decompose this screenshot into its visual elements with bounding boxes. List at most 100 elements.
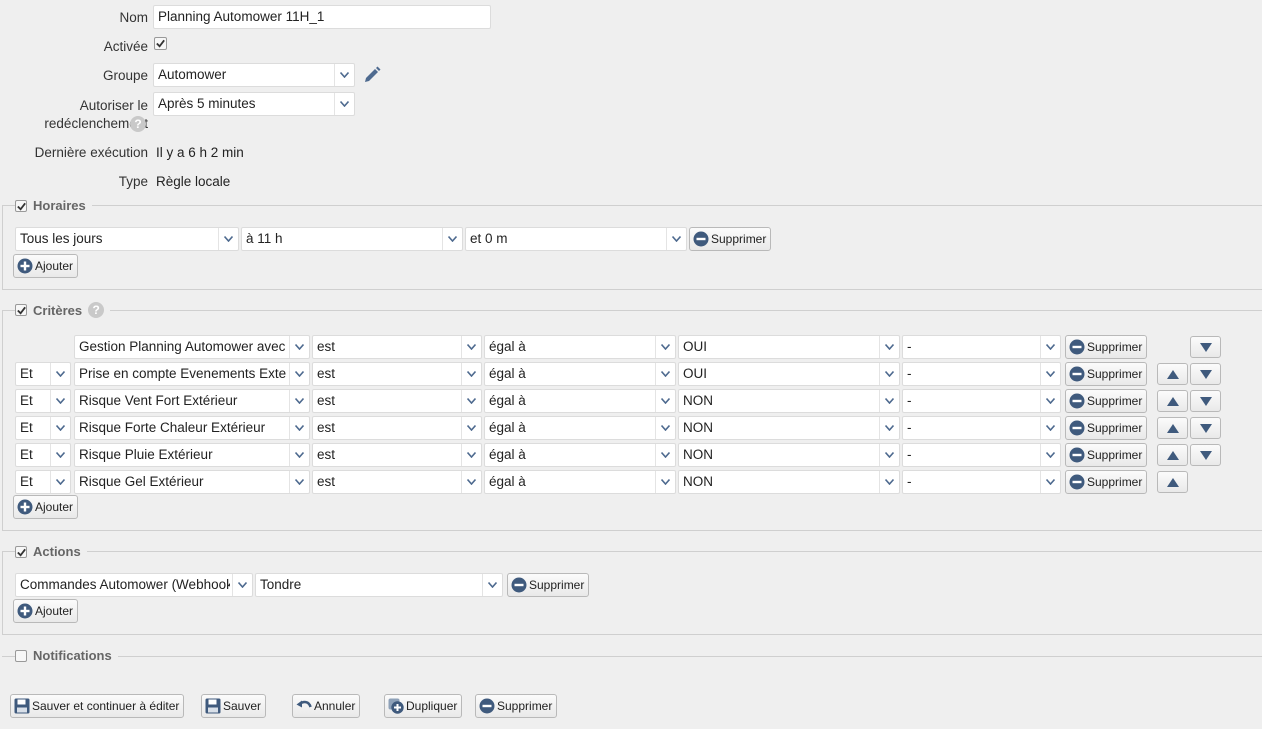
chevron-down-icon bbox=[1040, 390, 1060, 412]
criteria-conj-select[interactable]: Et bbox=[15, 443, 71, 467]
criteria-cmp-select[interactable]: égal à bbox=[484, 335, 676, 359]
criteria-cmp-select[interactable]: égal à bbox=[484, 443, 676, 467]
schedule-day-select[interactable]: Tous les jours bbox=[15, 227, 239, 251]
schedule-delete-button[interactable]: Supprimer bbox=[689, 227, 772, 251]
criteria-cmp-select[interactable]: égal à bbox=[484, 389, 676, 413]
move-up-button[interactable] bbox=[1157, 363, 1188, 385]
criteria-op-select[interactable]: est bbox=[312, 443, 482, 467]
action-target-select[interactable]: Commandes Automower (Webhook bbox=[15, 573, 253, 597]
schedules-checkbox[interactable] bbox=[15, 199, 27, 212]
notifications-checkbox[interactable] bbox=[15, 649, 27, 662]
save-continue-button[interactable]: Sauver et continuer à éditer bbox=[10, 694, 185, 718]
cancel-button[interactable]: Annuler bbox=[292, 694, 361, 718]
criteria-extra-select[interactable]: - bbox=[902, 335, 1061, 359]
delete-button[interactable]: Supprimer bbox=[475, 694, 558, 718]
criteria-legend[interactable]: Critères ? bbox=[15, 302, 111, 318]
criteria-field-select[interactable]: Risque Gel Extérieur bbox=[74, 470, 310, 494]
criteria-field-select[interactable]: Gestion Planning Automower avec bbox=[74, 335, 310, 359]
criteria-delete-button[interactable]: Supprimer bbox=[1065, 389, 1148, 413]
criteria-conj-select[interactable]: Et bbox=[15, 362, 71, 386]
schedule-minute-select[interactable]: et 0 m bbox=[465, 227, 687, 251]
duplicate-button[interactable]: Dupliquer bbox=[384, 694, 463, 718]
floppy-icon bbox=[14, 698, 30, 714]
chevron-down-icon bbox=[655, 417, 675, 439]
criteria-op-select[interactable]: est bbox=[312, 335, 482, 359]
criteria-conj-select[interactable]: Et bbox=[15, 389, 71, 413]
actions-legend[interactable]: Actions bbox=[15, 544, 87, 559]
criteria-add-button[interactable]: Ajouter bbox=[13, 495, 79, 519]
move-up-button[interactable] bbox=[1157, 417, 1188, 439]
criteria-value-select[interactable]: OUI bbox=[678, 335, 900, 359]
name-input[interactable]: Planning Automower 11H_1 bbox=[153, 5, 491, 29]
move-down-button[interactable] bbox=[1190, 336, 1221, 358]
criteria-delete-label: Supprimer bbox=[1087, 421, 1143, 435]
criteria-value-select[interactable]: OUI bbox=[678, 362, 900, 386]
criteria-field-select[interactable]: Risque Pluie Extérieur bbox=[74, 443, 310, 467]
criteria-delete-button[interactable]: Supprimer bbox=[1065, 335, 1148, 359]
criteria-delete-button[interactable]: Supprimer bbox=[1065, 362, 1148, 386]
schedule-hour-select[interactable]: à 11 h bbox=[241, 227, 463, 251]
save-button[interactable]: Sauver bbox=[201, 694, 267, 718]
help-icon[interactable]: ? bbox=[130, 116, 146, 132]
chevron-down-icon bbox=[879, 471, 899, 493]
criteria-value-select[interactable]: NON bbox=[678, 443, 900, 467]
actions-checkbox[interactable] bbox=[15, 545, 27, 558]
criteria-field-select[interactable]: Prise en compte Evenements Exter bbox=[74, 362, 310, 386]
action-delete-button[interactable]: Supprimer bbox=[507, 573, 590, 597]
notifications-legend[interactable]: Notifications bbox=[15, 648, 118, 663]
chevron-down-icon bbox=[442, 228, 462, 250]
criteria-checkbox[interactable] bbox=[15, 304, 27, 316]
criteria-op-select[interactable]: est bbox=[312, 416, 482, 440]
schedules-legend[interactable]: Horaires bbox=[15, 198, 92, 213]
criteria-cmp-select[interactable]: égal à bbox=[484, 470, 676, 494]
chevron-down-icon bbox=[461, 444, 481, 466]
criteria-delete-button[interactable]: Supprimer bbox=[1065, 470, 1148, 494]
arrow-down-icon bbox=[1200, 424, 1212, 433]
criteria-conj-select[interactable]: Et bbox=[15, 416, 71, 440]
criteria-extra-select[interactable]: - bbox=[902, 416, 1061, 440]
chevron-down-icon bbox=[50, 390, 70, 412]
retrigger-label-line1: Autoriser le bbox=[79, 98, 148, 113]
move-down-button[interactable] bbox=[1190, 390, 1221, 412]
cancel-label: Annuler bbox=[314, 699, 356, 713]
move-down-button[interactable] bbox=[1190, 444, 1221, 466]
schedule-add-button[interactable]: Ajouter bbox=[13, 254, 79, 278]
criteria-field-select-value: Gestion Planning Automower avec bbox=[79, 339, 286, 354]
retrigger-select[interactable]: Après 5 minutes bbox=[153, 92, 355, 116]
action-command-select[interactable]: Tondre bbox=[255, 573, 503, 597]
criteria-value-select[interactable]: NON bbox=[678, 389, 900, 413]
criteria-extra-select[interactable]: - bbox=[902, 443, 1061, 467]
move-up-button[interactable] bbox=[1157, 444, 1188, 466]
last-exec-value: Il y a 6 h 2 min bbox=[156, 145, 244, 160]
action-add-button[interactable]: Ajouter bbox=[13, 599, 79, 623]
criteria-cmp-select[interactable]: égal à bbox=[484, 362, 676, 386]
criteria-extra-select[interactable]: - bbox=[902, 362, 1061, 386]
schedule-delete-label: Supprimer bbox=[711, 232, 767, 246]
criteria-conj-select[interactable]: Et bbox=[15, 470, 71, 494]
criteria-cmp-select-value: égal à bbox=[489, 339, 526, 354]
pencil-icon[interactable] bbox=[362, 66, 382, 84]
move-up-button[interactable] bbox=[1157, 471, 1188, 493]
check-icon bbox=[16, 201, 27, 212]
move-down-button[interactable] bbox=[1190, 363, 1221, 385]
move-down-button[interactable] bbox=[1190, 417, 1221, 439]
criteria-field-select[interactable]: Risque Vent Fort Extérieur bbox=[74, 389, 310, 413]
group-select[interactable]: Automower bbox=[153, 63, 355, 87]
criteria-extra-select[interactable]: - bbox=[902, 389, 1061, 413]
criteria-op-select[interactable]: est bbox=[312, 389, 482, 413]
help-icon[interactable]: ? bbox=[88, 302, 105, 318]
criteria-extra-select[interactable]: - bbox=[902, 470, 1061, 494]
actions-legend-text: Actions bbox=[33, 544, 81, 559]
criteria-op-select[interactable]: est bbox=[312, 362, 482, 386]
criteria-op-select[interactable]: est bbox=[312, 470, 482, 494]
criteria-value-select[interactable]: NON bbox=[678, 470, 900, 494]
criteria-field-select[interactable]: Risque Forte Chaleur Extérieur bbox=[74, 416, 310, 440]
criteria-cmp-select[interactable]: égal à bbox=[484, 416, 676, 440]
chevron-down-icon bbox=[461, 390, 481, 412]
move-up-button[interactable] bbox=[1157, 390, 1188, 412]
criteria-delete-button[interactable]: Supprimer bbox=[1065, 416, 1148, 440]
criteria-delete-button[interactable]: Supprimer bbox=[1065, 443, 1148, 467]
action-target-value: Commandes Automower (Webhook bbox=[20, 577, 230, 592]
criteria-value-select[interactable]: NON bbox=[678, 416, 900, 440]
enabled-checkbox[interactable] bbox=[154, 37, 167, 50]
